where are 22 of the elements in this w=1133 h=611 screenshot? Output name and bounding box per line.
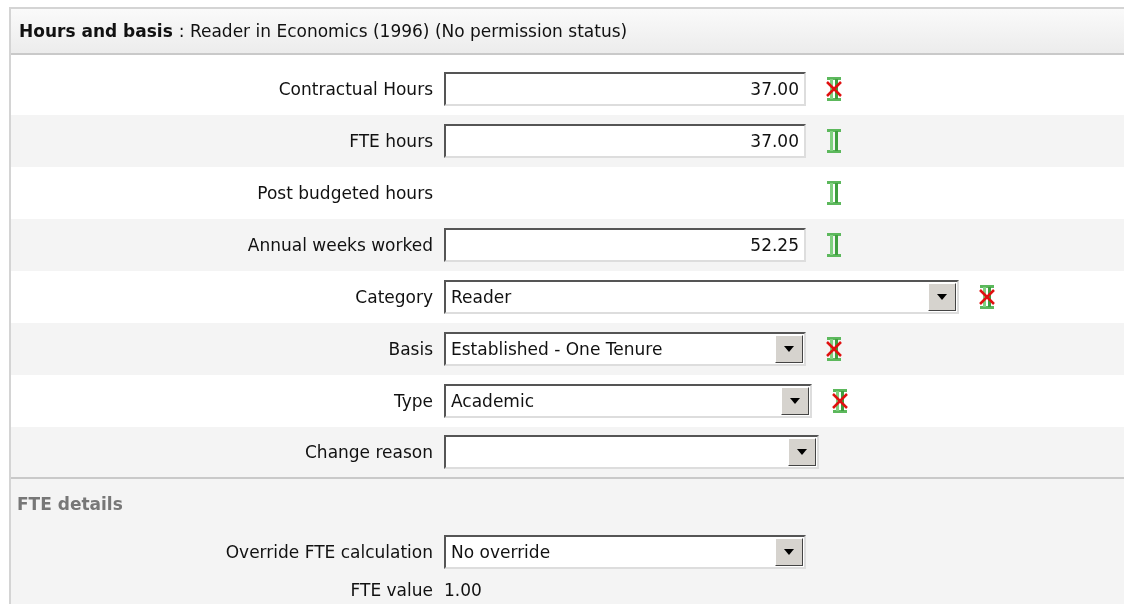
field-value: 1.00 bbox=[444, 580, 482, 600]
dropdown-field[interactable] bbox=[444, 435, 819, 469]
section-title: Hours and basis bbox=[19, 21, 173, 41]
field-label: Category bbox=[354, 287, 433, 307]
dropdown-field[interactable]: Reader bbox=[444, 280, 959, 314]
dropdown-field[interactable]: Academic bbox=[444, 384, 812, 418]
field-label: Post budgeted hours bbox=[256, 183, 433, 203]
field-label: Basis bbox=[387, 339, 433, 359]
dropdown-field[interactable]: No override bbox=[444, 535, 806, 569]
field-label: Change reason bbox=[304, 442, 433, 462]
subsection-header: FTE details bbox=[11, 477, 1124, 529]
field-label: Override FTE calculation bbox=[224, 542, 433, 562]
field-label: Contractual Hours bbox=[277, 79, 433, 99]
dropdown-field[interactable]: Established - One Tenure bbox=[444, 332, 806, 366]
text-field[interactable]: 52.25 bbox=[444, 228, 806, 262]
text-field[interactable]: 37.00 bbox=[444, 124, 806, 158]
text-field[interactable]: 37.00 bbox=[444, 72, 806, 106]
field-label: Type bbox=[392, 391, 433, 411]
section-subtitle: : Reader in Economics (1996) (No permission status) bbox=[178, 21, 628, 41]
field-label: FTE value bbox=[349, 580, 433, 600]
field-label: FTE hours bbox=[348, 131, 433, 151]
field-label: Annual weeks worked bbox=[246, 235, 433, 255]
